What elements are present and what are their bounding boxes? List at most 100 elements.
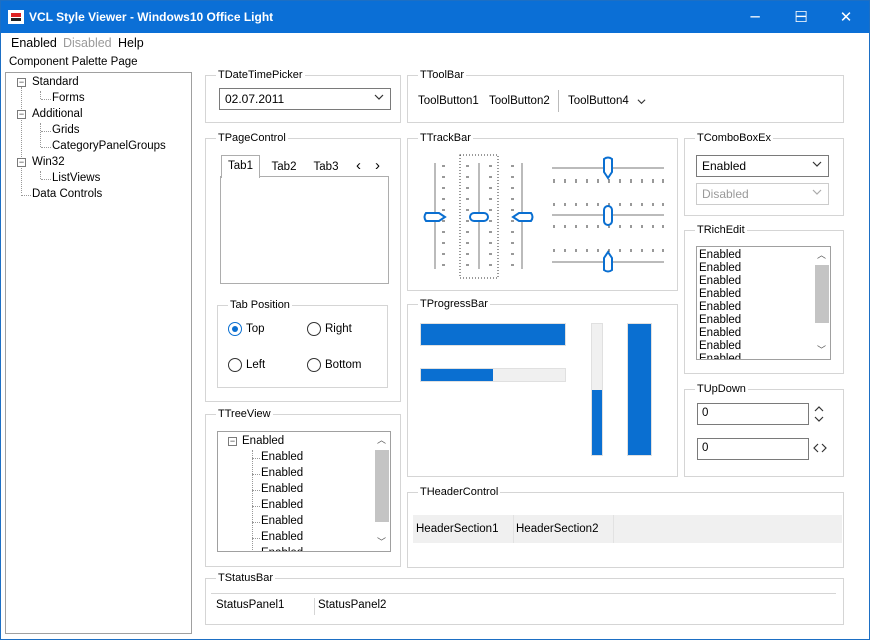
- scroll-thumb[interactable]: [375, 450, 389, 522]
- progressbar-1: [420, 323, 566, 346]
- rich-edit-line: Enabled: [699, 353, 742, 360]
- group-headercontrol: THeaderControl HeaderSection1 HeaderSect…: [407, 485, 844, 568]
- trackbars[interactable]: [408, 139, 679, 292]
- tree-item[interactable]: Enabled: [261, 547, 303, 551]
- tab-prev-icon[interactable]: ‹: [356, 157, 361, 174]
- toolbutton-2[interactable]: ToolButton2: [489, 95, 550, 107]
- tree-item[interactable]: Enabled: [261, 531, 303, 543]
- menu-disabled[interactable]: Disabled: [63, 36, 112, 50]
- menu-help[interactable]: Help: [118, 36, 144, 50]
- tree-item[interactable]: Enabled: [261, 499, 303, 511]
- rich-edit[interactable]: Enabled Enabled Enabled Enabled Enabled Enabl…: [696, 246, 831, 360]
- app-window: VCL Style Viewer - Windows10 Office Ligh…: [0, 0, 870, 640]
- vertical-scrollbar[interactable]: ︿ ﹀: [373, 432, 390, 551]
- progress-fill: [628, 324, 651, 455]
- chevron-down-icon: [812, 189, 822, 195]
- tree-item[interactable]: Enabled: [261, 467, 303, 479]
- rich-edit-line: Enabled: [699, 288, 742, 300]
- group-label: TTreeView: [216, 407, 273, 421]
- date-picker[interactable]: 02.07.2011: [219, 88, 391, 110]
- header-section-1[interactable]: HeaderSection1: [413, 515, 513, 543]
- radio-bottom[interactable]: [307, 358, 321, 372]
- updown-edit-2[interactable]: 0: [697, 438, 809, 460]
- toolbutton-1[interactable]: ToolButton1: [418, 95, 479, 107]
- tree-node-additional[interactable]: Additional: [32, 108, 83, 120]
- group-label: TUpDown: [695, 382, 748, 396]
- scroll-up-icon[interactable]: ︿: [816, 250, 827, 261]
- group-label: TProgressBar: [418, 297, 490, 311]
- tab-2[interactable]: Tab2: [264, 157, 304, 179]
- scroll-thumb[interactable]: [815, 265, 829, 323]
- rich-edit-line: Enabled: [699, 314, 742, 326]
- tree-view[interactable]: − Enabled Enabled Enabled Enabled Enabled En…: [217, 431, 391, 552]
- collapse-icon[interactable]: −: [17, 78, 26, 87]
- rich-edit-line: Enabled: [699, 275, 742, 287]
- progress-fill: [421, 369, 493, 381]
- radio-right[interactable]: [307, 322, 321, 336]
- component-palette-tree[interactable]: − Standard Forms − Additional Grids Cate…: [5, 72, 192, 634]
- tree-node-categorypanelgroups[interactable]: CategoryPanelGroups: [52, 140, 166, 152]
- collapse-icon[interactable]: −: [17, 110, 26, 119]
- comboex-value: Enabled: [702, 159, 747, 173]
- tree-root[interactable]: Enabled: [242, 435, 284, 447]
- rich-edit-line: Enabled: [699, 301, 742, 313]
- radio-top[interactable]: [228, 322, 242, 336]
- radio-left-label: Left: [246, 359, 266, 371]
- chevron-down-icon[interactable]: [637, 97, 646, 106]
- toolbutton-4[interactable]: ToolButton4: [568, 95, 629, 107]
- scroll-up-icon[interactable]: ︿: [376, 435, 387, 446]
- collapse-icon[interactable]: −: [17, 158, 26, 167]
- progress-fill: [592, 389, 602, 455]
- updown-horizontal-arrows-icon[interactable]: [812, 442, 828, 454]
- radio-left[interactable]: [228, 358, 242, 372]
- group-datetimepicker: TDateTimePicker 02.07.2011: [205, 68, 401, 123]
- group-label: TToolBar: [418, 68, 467, 82]
- tree-item[interactable]: Enabled: [261, 483, 303, 495]
- updown-value-2: 0: [702, 442, 709, 454]
- group-label: TStatusBar: [216, 571, 276, 585]
- group-treeview: TTreeView − Enabled Enabled Enabled Enable…: [205, 407, 401, 567]
- maximize-icon[interactable]: ☐: [778, 1, 824, 33]
- status-bar: StatusPanel1 StatusPanel2: [211, 593, 836, 619]
- progress-fill: [421, 324, 565, 345]
- updown-value-1: 0: [702, 407, 709, 419]
- tree-node-listviews[interactable]: ListViews: [52, 172, 100, 184]
- updown-vertical-arrows-icon[interactable]: [813, 404, 825, 424]
- group-label: TDateTimePicker: [216, 68, 305, 82]
- minimize-icon[interactable]: ─: [732, 1, 778, 33]
- comboex-disabled-value: Disabled: [702, 187, 749, 201]
- group-label: Tab Position: [228, 298, 292, 312]
- tree-item[interactable]: Enabled: [261, 515, 303, 527]
- group-comboboxex: TComboBoxEx Enabled Disabled: [684, 131, 844, 216]
- tree-node-win32[interactable]: Win32: [32, 156, 65, 168]
- comboex-enabled[interactable]: Enabled: [696, 155, 829, 177]
- progressbar-4: [627, 323, 652, 456]
- group-toolbar: TToolBar ToolButton1 ToolButton2 ToolBut…: [407, 68, 844, 123]
- scroll-down-icon[interactable]: ﹀: [816, 345, 827, 356]
- menu-bar: Enabled Disabled Help: [1, 33, 869, 53]
- tree-node-grids[interactable]: Grids: [52, 124, 79, 136]
- header-section-2[interactable]: HeaderSection2: [513, 515, 613, 543]
- scroll-down-icon[interactable]: ﹀: [376, 537, 387, 548]
- tree-node-forms[interactable]: Forms: [52, 92, 85, 104]
- collapse-icon[interactable]: −: [228, 437, 237, 446]
- tab-sheet: [220, 176, 389, 284]
- vertical-scrollbar[interactable]: ︿ ﹀: [813, 247, 830, 359]
- close-icon[interactable]: ✕: [823, 1, 869, 33]
- group-label: TComboBoxEx: [695, 131, 773, 145]
- menu-enabled[interactable]: Enabled: [11, 36, 57, 50]
- tree-node-standard[interactable]: Standard: [32, 76, 79, 88]
- tree-item[interactable]: Enabled: [261, 451, 303, 463]
- tab-3[interactable]: Tab3: [306, 157, 346, 179]
- comboex-disabled: Disabled: [696, 183, 829, 205]
- date-value: 02.07.2011: [225, 92, 285, 106]
- updown-edit-1[interactable]: 0: [697, 403, 809, 425]
- window-title: VCL Style Viewer - Windows10 Office Ligh…: [29, 10, 274, 24]
- group-statusbar: TStatusBar StatusPanel1 StatusPanel2: [205, 571, 844, 625]
- tab-next-icon[interactable]: ›: [375, 157, 380, 174]
- radio-right-label: Right: [325, 323, 352, 335]
- tree-node-data-controls[interactable]: Data Controls: [32, 188, 102, 200]
- tab-1[interactable]: Tab1: [221, 155, 260, 178]
- group-progressbar: TProgressBar: [407, 297, 678, 477]
- group-richedit: TRichEdit Enabled Enabled Enabled Enabled En…: [684, 223, 844, 374]
